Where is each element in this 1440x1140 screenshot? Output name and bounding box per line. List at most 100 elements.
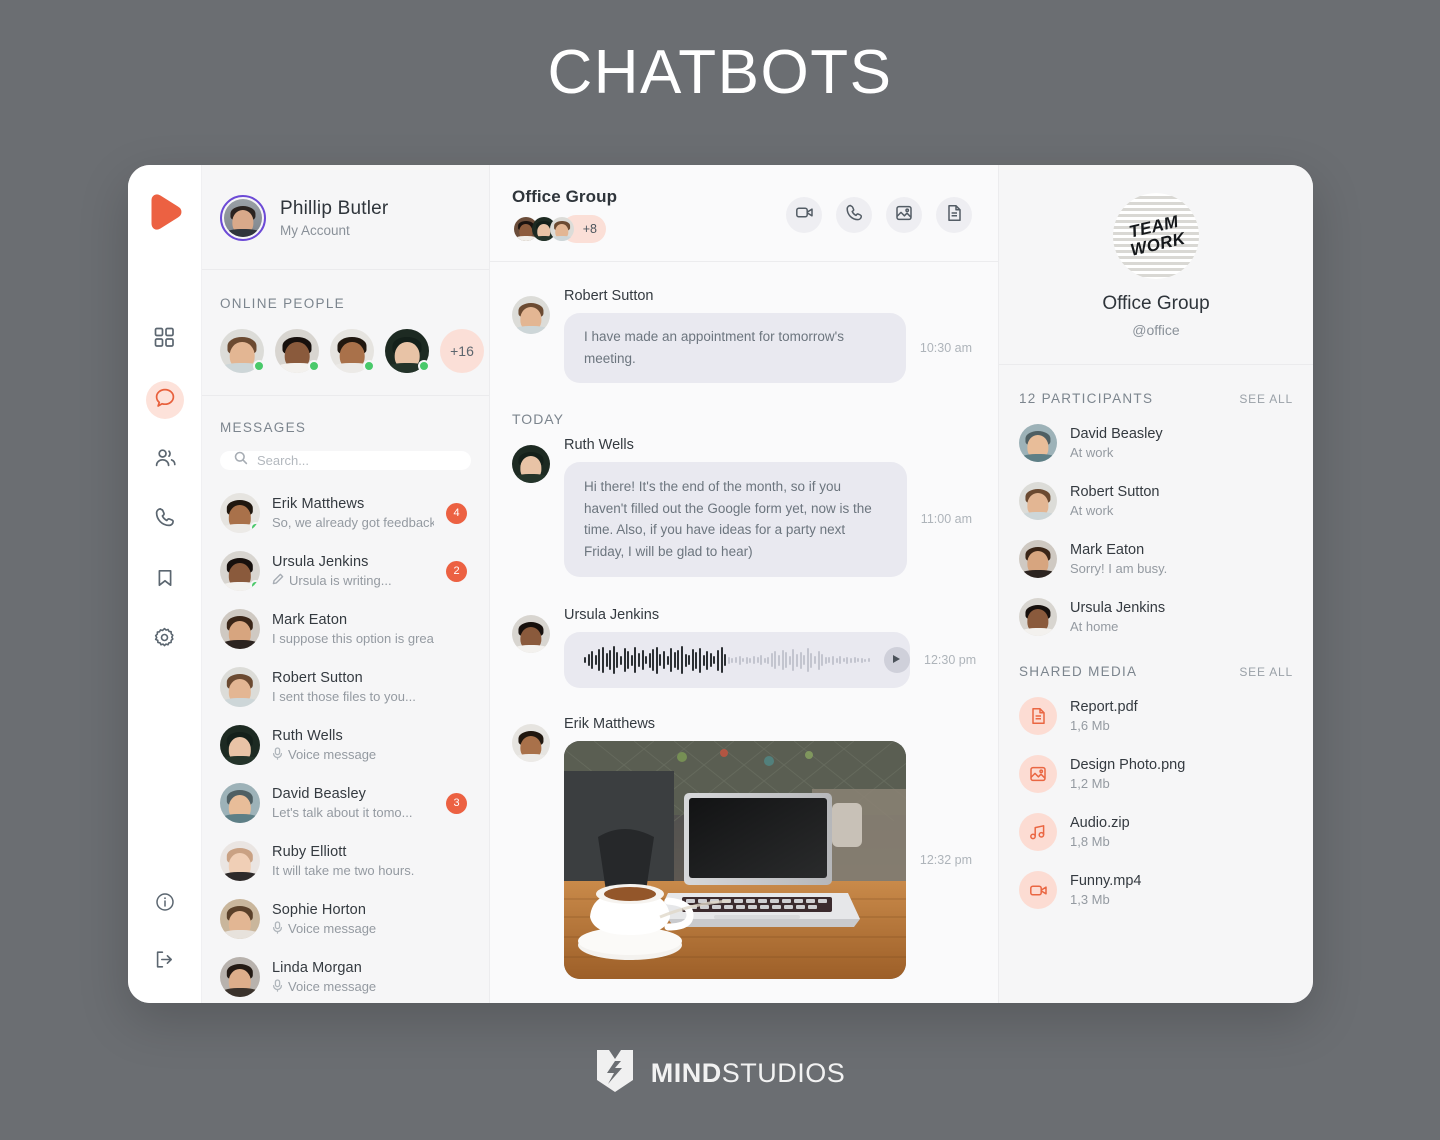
messages-heading: MESSAGES: [220, 420, 307, 435]
chat-message-time: 12:30 pm: [924, 653, 977, 668]
sidebar-item-calls[interactable]: [146, 501, 184, 539]
chat-message-time: 11:00 am: [920, 512, 972, 527]
mic-icon: [272, 746, 283, 763]
list-item[interactable]: Design Photo.png 1,2 Mb: [1019, 745, 1293, 803]
media-name: Design Photo.png: [1070, 757, 1186, 773]
list-item[interactable]: Ursula Jenkins Ursula is writing... 2: [220, 542, 471, 600]
chat-message: Erik Matthews 12:32 pm: [512, 716, 972, 980]
list-item[interactable]: David Beasley At work: [1019, 414, 1293, 472]
sidebar-item-settings[interactable]: [146, 621, 184, 659]
list-item[interactable]: David Beasley Let's talk about it tomo..…: [220, 774, 471, 832]
rail-items: [145, 321, 184, 659]
sidebar-item-info[interactable]: [146, 885, 184, 923]
list-item-preview: So, we already got feedback: [272, 515, 434, 530]
list-item[interactable]: Linda Morgan Voice message: [220, 948, 471, 1003]
list-item-preview: Ursula is writing...: [289, 573, 392, 588]
logout-button[interactable]: [146, 943, 184, 981]
participants-section: 12 PARTICIPANTS SEE ALL David Beasley At…: [999, 365, 1313, 646]
avatar: [220, 957, 260, 997]
list-item-status: Sorry! I am busy.: [1070, 561, 1168, 576]
footer: MINDSTUDIOS: [0, 1048, 1440, 1099]
account-header[interactable]: Phillip Butler My Account: [202, 165, 489, 270]
sidebar-item-contacts[interactable]: [146, 441, 184, 479]
music-icon: [1019, 813, 1057, 851]
search-input[interactable]: [257, 453, 457, 468]
list-item-name: Mark Eaton: [272, 612, 348, 628]
avatar: [512, 615, 550, 654]
shared-media-heading: SHARED MEDIA: [1019, 664, 1138, 679]
avatar: [220, 551, 260, 591]
avatar: [220, 841, 260, 881]
play-logo-icon[interactable]: [143, 191, 187, 235]
list-item[interactable]: Ursula Jenkins At home: [1019, 588, 1293, 646]
list-item[interactable]: Robert Sutton At work: [1019, 472, 1293, 530]
chat-message: Ursula Jenkins 12:30 pm: [512, 607, 976, 689]
group-avatar: TEAM WORK: [1113, 193, 1199, 279]
online-people-section: ONLINE PEOPLE +16: [202, 270, 489, 396]
avatar: [512, 724, 550, 763]
list-item[interactable]: Report.pdf 1,6 Mb: [1019, 687, 1293, 745]
mic-icon: [272, 920, 283, 937]
image-icon: [1019, 755, 1057, 793]
account-name: Phillip Butler: [280, 198, 389, 219]
chat-message-image[interactable]: [564, 741, 906, 980]
list-item[interactable]: Ruth Wells Voice message: [220, 716, 471, 774]
chat-member-stack[interactable]: +8: [512, 215, 617, 243]
list-item-name: David Beasley: [1070, 426, 1163, 442]
list-item[interactable]: Mark Eaton I suppose this option is grea: [220, 600, 471, 658]
avatar: [1019, 598, 1057, 636]
avatar: [512, 296, 550, 334]
online-dot: [363, 360, 375, 372]
list-item[interactable]: Mark Eaton Sorry! I am busy.: [1019, 530, 1293, 588]
sidebar-item-chats[interactable]: [145, 381, 184, 419]
online-person[interactable]: [275, 329, 320, 373]
gallery-button[interactable]: [886, 197, 922, 233]
voice-message[interactable]: [564, 632, 910, 689]
list-item[interactable]: Robert Sutton I sent those files to you.…: [220, 658, 471, 716]
list-item[interactable]: Erik Matthews So, we already got feedbac…: [220, 484, 471, 542]
online-person[interactable]: [385, 329, 430, 373]
bookmark-icon: [155, 568, 175, 593]
phone-icon: [845, 204, 863, 227]
chat-header-actions: [786, 197, 972, 233]
media-size: 1,6 Mb: [1070, 718, 1110, 733]
play-button[interactable]: [883, 647, 910, 674]
files-button[interactable]: [936, 197, 972, 233]
participants-see-all[interactable]: SEE ALL: [1239, 392, 1293, 406]
group-info-panel: TEAM WORK Office Group @office 12 PARTIC…: [999, 165, 1313, 1003]
messages-section: MESSAGES Erik Matthews S: [202, 396, 489, 1003]
voice-call-button[interactable]: [836, 197, 872, 233]
rail-bottom-items: [146, 885, 184, 1003]
sidebar-item-saved[interactable]: [146, 561, 184, 599]
avatar: [220, 609, 260, 649]
chat-panel: Office Group +8 Robert Sutton I have mad…: [490, 165, 999, 1003]
sidebar-item-dashboard[interactable]: [146, 321, 184, 359]
grid-icon: [154, 327, 175, 353]
list-item[interactable]: Ruby Elliott It will take me two hours.: [220, 832, 471, 890]
list-item-preview: Voice message: [288, 747, 377, 762]
waveform[interactable]: [584, 645, 870, 675]
online-dot: [250, 522, 260, 533]
list-item-name: Ruth Wells: [272, 727, 343, 744]
group-hero: TEAM WORK Office Group @office: [999, 165, 1313, 365]
search-bar[interactable]: [220, 451, 471, 470]
list-item-status: At work: [1070, 503, 1114, 518]
avatar: [512, 444, 550, 483]
avatar: [548, 215, 576, 243]
chat-title: Office Group: [512, 187, 618, 206]
chat-message-time: 12:32 pm: [919, 853, 972, 868]
list-item-preview: Voice message: [288, 979, 377, 994]
app-window: Phillip Butler My Account ONLINE PEOPLE: [128, 165, 1313, 1003]
video-call-button[interactable]: [786, 197, 822, 233]
contacts-icon: [154, 447, 176, 474]
online-person[interactable]: [220, 329, 265, 373]
list-item[interactable]: Funny.mp4 1,3 Mb: [1019, 861, 1293, 919]
chat-message-sender: Ursula Jenkins: [564, 607, 660, 624]
online-people-more[interactable]: +16: [440, 329, 484, 373]
avatar: [1019, 482, 1057, 520]
list-item[interactable]: Audio.zip 1,8 Mb: [1019, 803, 1293, 861]
shared-media-see-all[interactable]: SEE ALL: [1239, 665, 1293, 679]
online-person[interactable]: [330, 329, 375, 373]
list-item[interactable]: Sophie Horton Voice message: [220, 890, 471, 948]
list-item-preview: I sent those files to you...: [272, 689, 416, 704]
